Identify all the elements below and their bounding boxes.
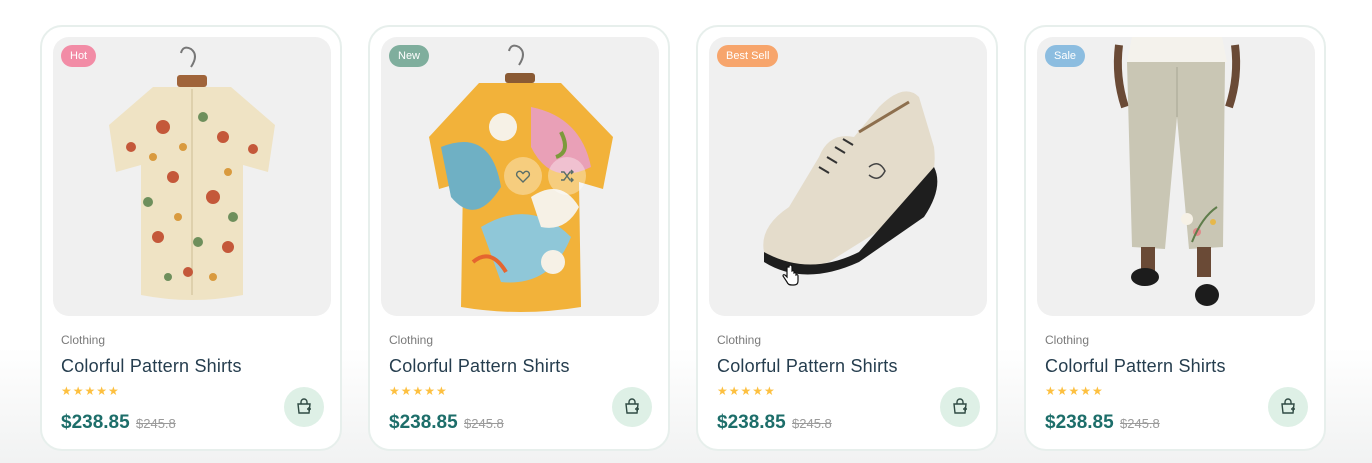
add-to-cart-button[interactable] (1268, 387, 1308, 427)
product-grid: Hot Clothing Colorful Pattern Shirts ★★★… (40, 25, 1326, 451)
add-to-cart-icon (297, 398, 311, 414)
product-title[interactable]: Colorful Pattern Shirts (717, 356, 898, 377)
compare-button[interactable] (548, 157, 586, 195)
product-image-container[interactable]: Hot (53, 37, 331, 316)
product-card[interactable]: Sale Clothing Colorful Pattern Shirts ★★… (1024, 25, 1326, 451)
product-price: $238.85 (389, 412, 458, 433)
canvas-sneaker-image[interactable] (709, 37, 987, 316)
badge-hot: Hot (61, 45, 97, 67)
mushroom-print-shirt-image[interactable] (53, 37, 331, 316)
heart-icon (515, 170, 531, 183)
rating-stars: ★★★★★ (717, 384, 776, 398)
add-to-cart-icon (953, 398, 967, 414)
product-price: $238.85 (717, 412, 786, 433)
badge-best-sell: Best Sell (717, 45, 779, 67)
product-old-price: $245.8 (1120, 416, 1160, 431)
product-category[interactable]: Clothing (61, 333, 105, 347)
product-category[interactable]: Clothing (389, 333, 433, 347)
product-image-container[interactable]: Sale (1037, 37, 1315, 316)
hand-cursor-icon (782, 265, 799, 286)
product-image-container[interactable]: New (381, 37, 659, 316)
quick-actions (504, 157, 586, 195)
linen-pants-image[interactable] (1037, 37, 1315, 316)
product-category[interactable]: Clothing (717, 333, 761, 347)
product-old-price: $245.8 (792, 416, 832, 431)
badge-sale: Sale (1045, 45, 1086, 67)
add-to-cart-icon (625, 398, 639, 414)
add-to-cart-icon (1281, 398, 1295, 414)
product-old-price: $245.8 (136, 416, 176, 431)
product-price: $238.85 (61, 412, 130, 433)
rating-stars: ★★★★★ (1045, 384, 1104, 398)
product-title[interactable]: Colorful Pattern Shirts (61, 356, 242, 377)
add-to-cart-button[interactable] (284, 387, 324, 427)
product-title[interactable]: Colorful Pattern Shirts (1045, 356, 1226, 377)
rating-stars: ★★★★★ (61, 384, 120, 398)
product-card[interactable]: New Clothing Colorful Pattern Shirts ★★★… (368, 25, 670, 451)
product-old-price: $245.8 (464, 416, 504, 431)
shuffle-icon (561, 169, 574, 183)
product-card[interactable]: Best Sell Clothing Colorful Pattern Shir… (696, 25, 998, 451)
badge-new: New (389, 45, 430, 67)
add-to-cart-button[interactable] (940, 387, 980, 427)
product-title[interactable]: Colorful Pattern Shirts (389, 356, 570, 377)
rating-stars: ★★★★★ (389, 384, 448, 398)
product-price: $238.85 (1045, 412, 1114, 433)
product-card[interactable]: Hot Clothing Colorful Pattern Shirts ★★★… (40, 25, 342, 451)
product-image-container[interactable]: Best Sell (709, 37, 987, 316)
add-to-cart-button[interactable] (612, 387, 652, 427)
product-category[interactable]: Clothing (1045, 333, 1089, 347)
wishlist-button[interactable] (504, 157, 542, 195)
